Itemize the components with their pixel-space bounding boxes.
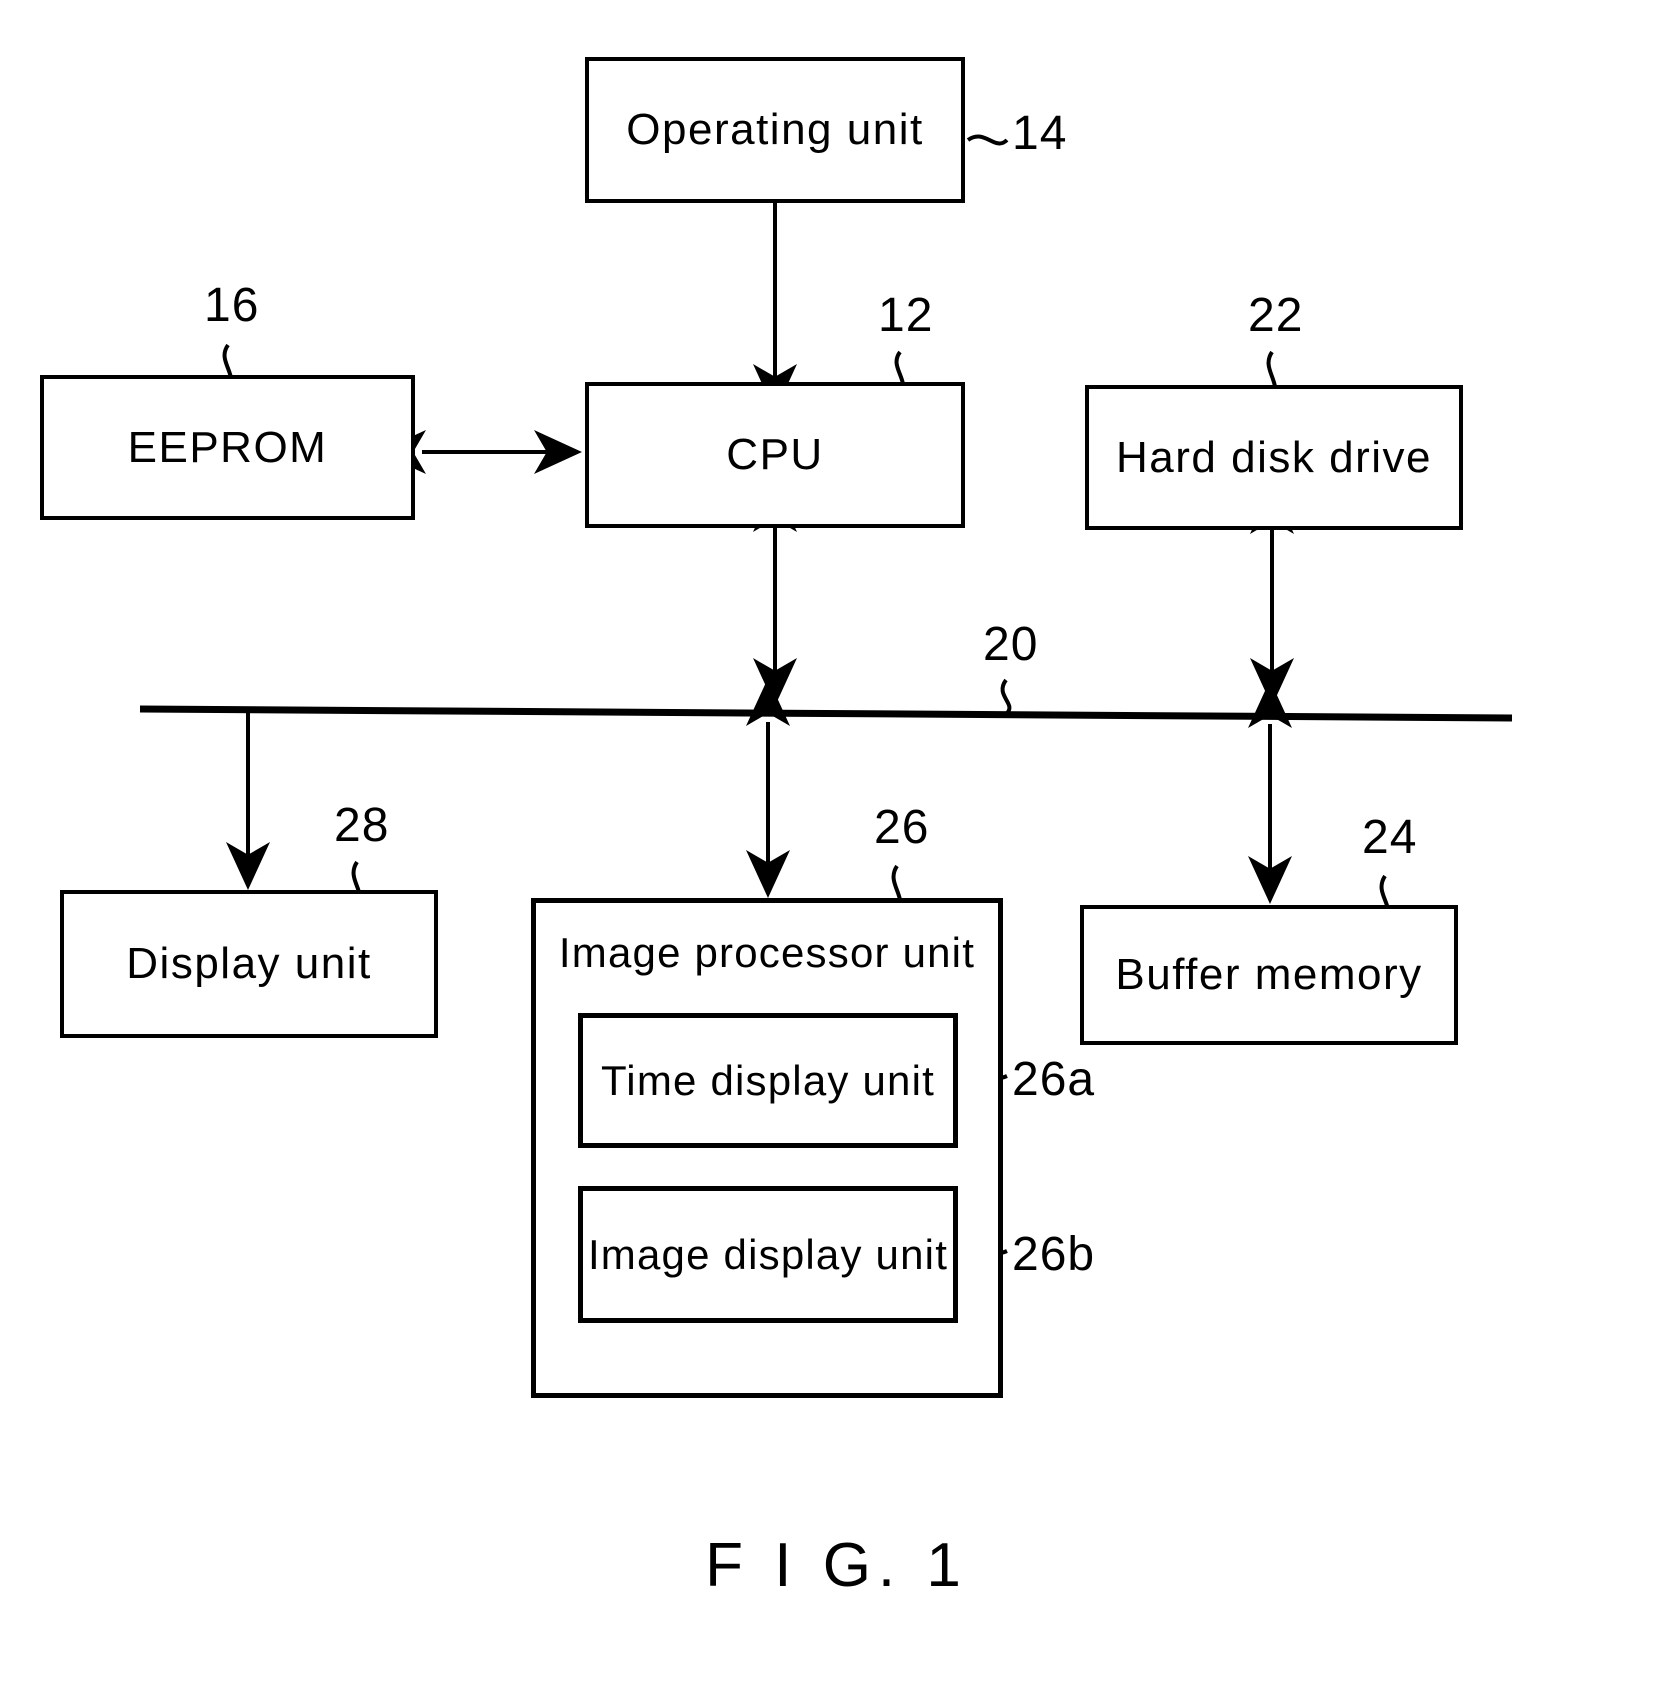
reference-numeral-26a: 26a: [1012, 1053, 1096, 1106]
leader-line-14: [966, 134, 1009, 146]
reference-numeral-26b: 26b: [1012, 1228, 1096, 1281]
reference-numeral-16: 16: [204, 279, 260, 332]
reference-numeral-14: 14: [1012, 107, 1068, 160]
block-hard-disk-drive-label: Hard disk drive: [1116, 432, 1432, 482]
reference-numeral-28: 28: [334, 799, 390, 852]
block-display-unit-label: Display unit: [126, 939, 372, 988]
block-image-processor-unit: Image processor unit Time display unit I…: [531, 898, 1003, 1398]
leader-line-20: [1000, 678, 1012, 716]
block-display-unit: Display unit: [60, 890, 438, 1038]
block-operating-unit: Operating unit: [585, 57, 965, 203]
block-buffer-memory-label: Buffer memory: [1115, 950, 1423, 999]
block-buffer-memory: Buffer memory: [1080, 905, 1458, 1045]
connector-layer: [139, 134, 1513, 1256]
reference-numeral-20: 20: [983, 618, 1039, 671]
block-hard-disk-drive: Hard disk drive: [1085, 385, 1463, 530]
block-operating-unit-label: Operating unit: [626, 105, 924, 154]
reference-numeral-22: 22: [1248, 289, 1304, 342]
block-cpu-label: CPU: [726, 430, 824, 479]
block-image-display-unit: Image display unit: [578, 1186, 958, 1323]
reference-numeral-12: 12: [878, 289, 934, 342]
block-eeprom-label: EEPROM: [127, 422, 328, 472]
block-time-display-unit: Time display unit: [578, 1013, 958, 1148]
reference-numeral-24: 24: [1362, 811, 1418, 864]
block-cpu: CPU: [585, 382, 965, 528]
figure-sheet: Operating unit EEPROM CPU Hard disk driv…: [0, 0, 1673, 1708]
figure-caption: F I G. 1: [705, 1531, 968, 1600]
reference-numeral-26: 26: [874, 801, 930, 854]
block-eeprom: EEPROM: [40, 375, 415, 520]
block-time-display-unit-label: Time display unit: [601, 1056, 935, 1104]
block-image-display-unit-label: Image display unit: [587, 1230, 949, 1278]
system-bus-line: [139, 705, 1513, 722]
block-image-processor-unit-label: Image processor unit: [558, 929, 976, 976]
